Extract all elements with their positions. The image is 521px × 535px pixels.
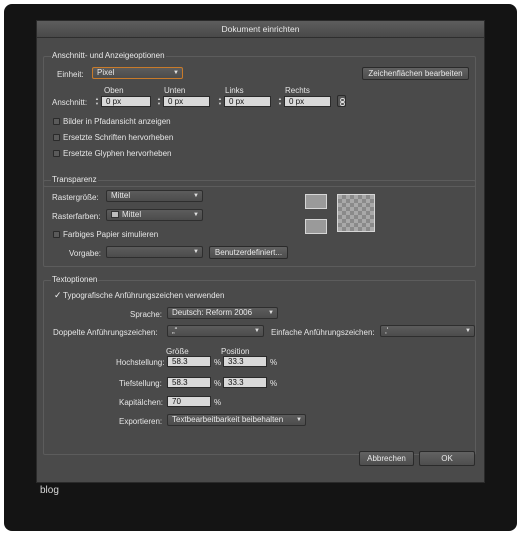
bleed-top-field[interactable]: 0 px [101,96,151,107]
position-column-header: Position [221,347,250,356]
bleed-bottom-stepper[interactable]: ▲ ▼ [156,96,162,107]
export-value: Textbearbeitbarkeit beibehalten [172,415,284,424]
language-value: Deutsch: Reform 2006 [172,308,253,317]
chevron-down-icon: ▼ [193,212,199,218]
single-quotes-label: Einfache Anführungszeichen: [271,328,375,337]
subscript-label: Tiefstellung: [119,379,162,388]
chevron-down-icon: ▼ [268,310,274,316]
subscript-size-unit: % [214,379,222,388]
bleed-view-legend: Anschnitt- und Anzeigeoptionen [51,51,166,60]
unit-label: Einheit: [57,70,84,79]
single-quotes-value: ‚‘ [385,326,389,335]
small-caps-label: Kapitälchen: [119,398,164,407]
substituted-fonts-label: Ersetzte Schriften hervorheben [63,133,174,142]
dialog-title: Dokument einrichten [37,21,484,38]
bleed-right-header: Rechts [285,86,310,95]
chevron-down-icon: ▼ [173,70,179,76]
bleed-right-stepper[interactable]: ▲ ▼ [277,96,283,107]
substituted-glyphs-label: Ersetzte Glyphen hervorheben [63,149,172,158]
unit-dropdown[interactable]: Pixel ▼ [92,67,183,79]
bleed-label: Anschnitt: [52,98,88,107]
typographers-quotes-label: Typografische Anführungszeichen verwende… [63,291,225,300]
chevron-down-icon: ▼ [193,193,199,199]
bleed-right-field[interactable]: 0 px [284,96,331,107]
grid-color-preview-1[interactable] [305,194,327,209]
small-caps-field[interactable]: 70 [167,396,211,407]
bleed-top-header: Oben [104,86,124,95]
size-column-header: Größe [166,347,189,356]
double-quotes-value: „“ [172,326,178,335]
bleed-bottom-field[interactable]: 0 px [163,96,210,107]
custom-preset-button[interactable]: Benutzerdefiniert... [209,246,288,259]
grid-colors-value: Mittel [122,210,142,219]
unit-value: Pixel [97,68,115,77]
preset-label: Vorgabe: [69,249,102,258]
type-options-legend: Textoptionen [51,275,99,284]
single-quotes-dropdown[interactable]: ‚‘ ▼ [380,325,475,337]
grid-size-dropdown[interactable]: Mittel ▼ [106,190,203,202]
grid-size-value: Mittel [111,191,131,200]
double-quotes-dropdown[interactable]: „“ ▼ [167,325,264,337]
edit-artboards-button[interactable]: Zeichenflächen bearbeiten [362,67,469,80]
bleed-left-header: Links [225,86,244,95]
superscript-position-field[interactable]: 33.3 [223,356,267,367]
cancel-button[interactable]: Abbrechen [359,451,414,466]
superscript-size-field[interactable]: 58.3 [167,356,211,367]
language-label: Sprache: [130,310,163,319]
subscript-position-field[interactable]: 33.3 [223,377,267,388]
simulate-paper-label: Farbiges Papier simulieren [63,230,159,239]
double-quotes-label: Doppelte Anführungszeichen: [53,328,158,337]
outline-images-checkbox[interactable] [53,118,60,125]
checkmark-icon[interactable]: ✓ [54,291,62,300]
language-dropdown[interactable]: Deutsch: Reform 2006 ▼ [167,307,278,319]
ok-button[interactable]: OK [419,451,475,466]
bleed-bottom-header: Unten [164,86,186,95]
export-dropdown[interactable]: Textbearbeitbarkeit beibehalten ▼ [167,414,306,426]
grid-color-preview-2[interactable] [305,219,327,234]
substituted-fonts-checkbox[interactable] [53,134,60,141]
simulate-paper-checkbox[interactable] [53,231,60,238]
chevron-down-icon: ▼ [465,328,471,334]
subscript-position-unit: % [270,379,278,388]
transparency-legend: Transparenz [51,175,98,184]
preset-dropdown[interactable]: ▼ [106,246,203,258]
grid-size-label: Rastergröße: [52,193,99,202]
watermark-text: blog [40,485,59,496]
document-setup-dialog: Dokument einrichten Anschnitt- und Anzei… [36,20,485,483]
grid-colors-dropdown[interactable]: Mittel ▼ [106,209,203,221]
outline-images-label: Bilder in Pfadansicht anzeigen [63,117,171,126]
superscript-size-unit: % [214,358,222,367]
substituted-glyphs-checkbox[interactable] [53,150,60,157]
small-caps-unit: % [214,398,222,407]
export-label: Exportieren: [119,417,163,426]
subscript-size-field[interactable]: 58.3 [167,377,211,388]
superscript-label: Hochstellung: [116,358,165,367]
superscript-position-unit: % [270,358,278,367]
bleed-top-stepper[interactable]: ▲ ▼ [94,96,100,107]
bleed-left-field[interactable]: 0 px [224,96,271,107]
chevron-down-icon: ▼ [254,328,260,334]
chevron-down-icon: ▼ [193,249,199,255]
grid-colors-label: Rasterfarben: [52,212,101,221]
bleed-left-stepper[interactable]: ▲ ▼ [217,96,223,107]
link-chain-icon[interactable] [337,95,346,107]
transparency-grid-preview [337,194,375,232]
chevron-down-icon: ▼ [296,417,302,423]
grid-color-swatch [111,211,119,219]
